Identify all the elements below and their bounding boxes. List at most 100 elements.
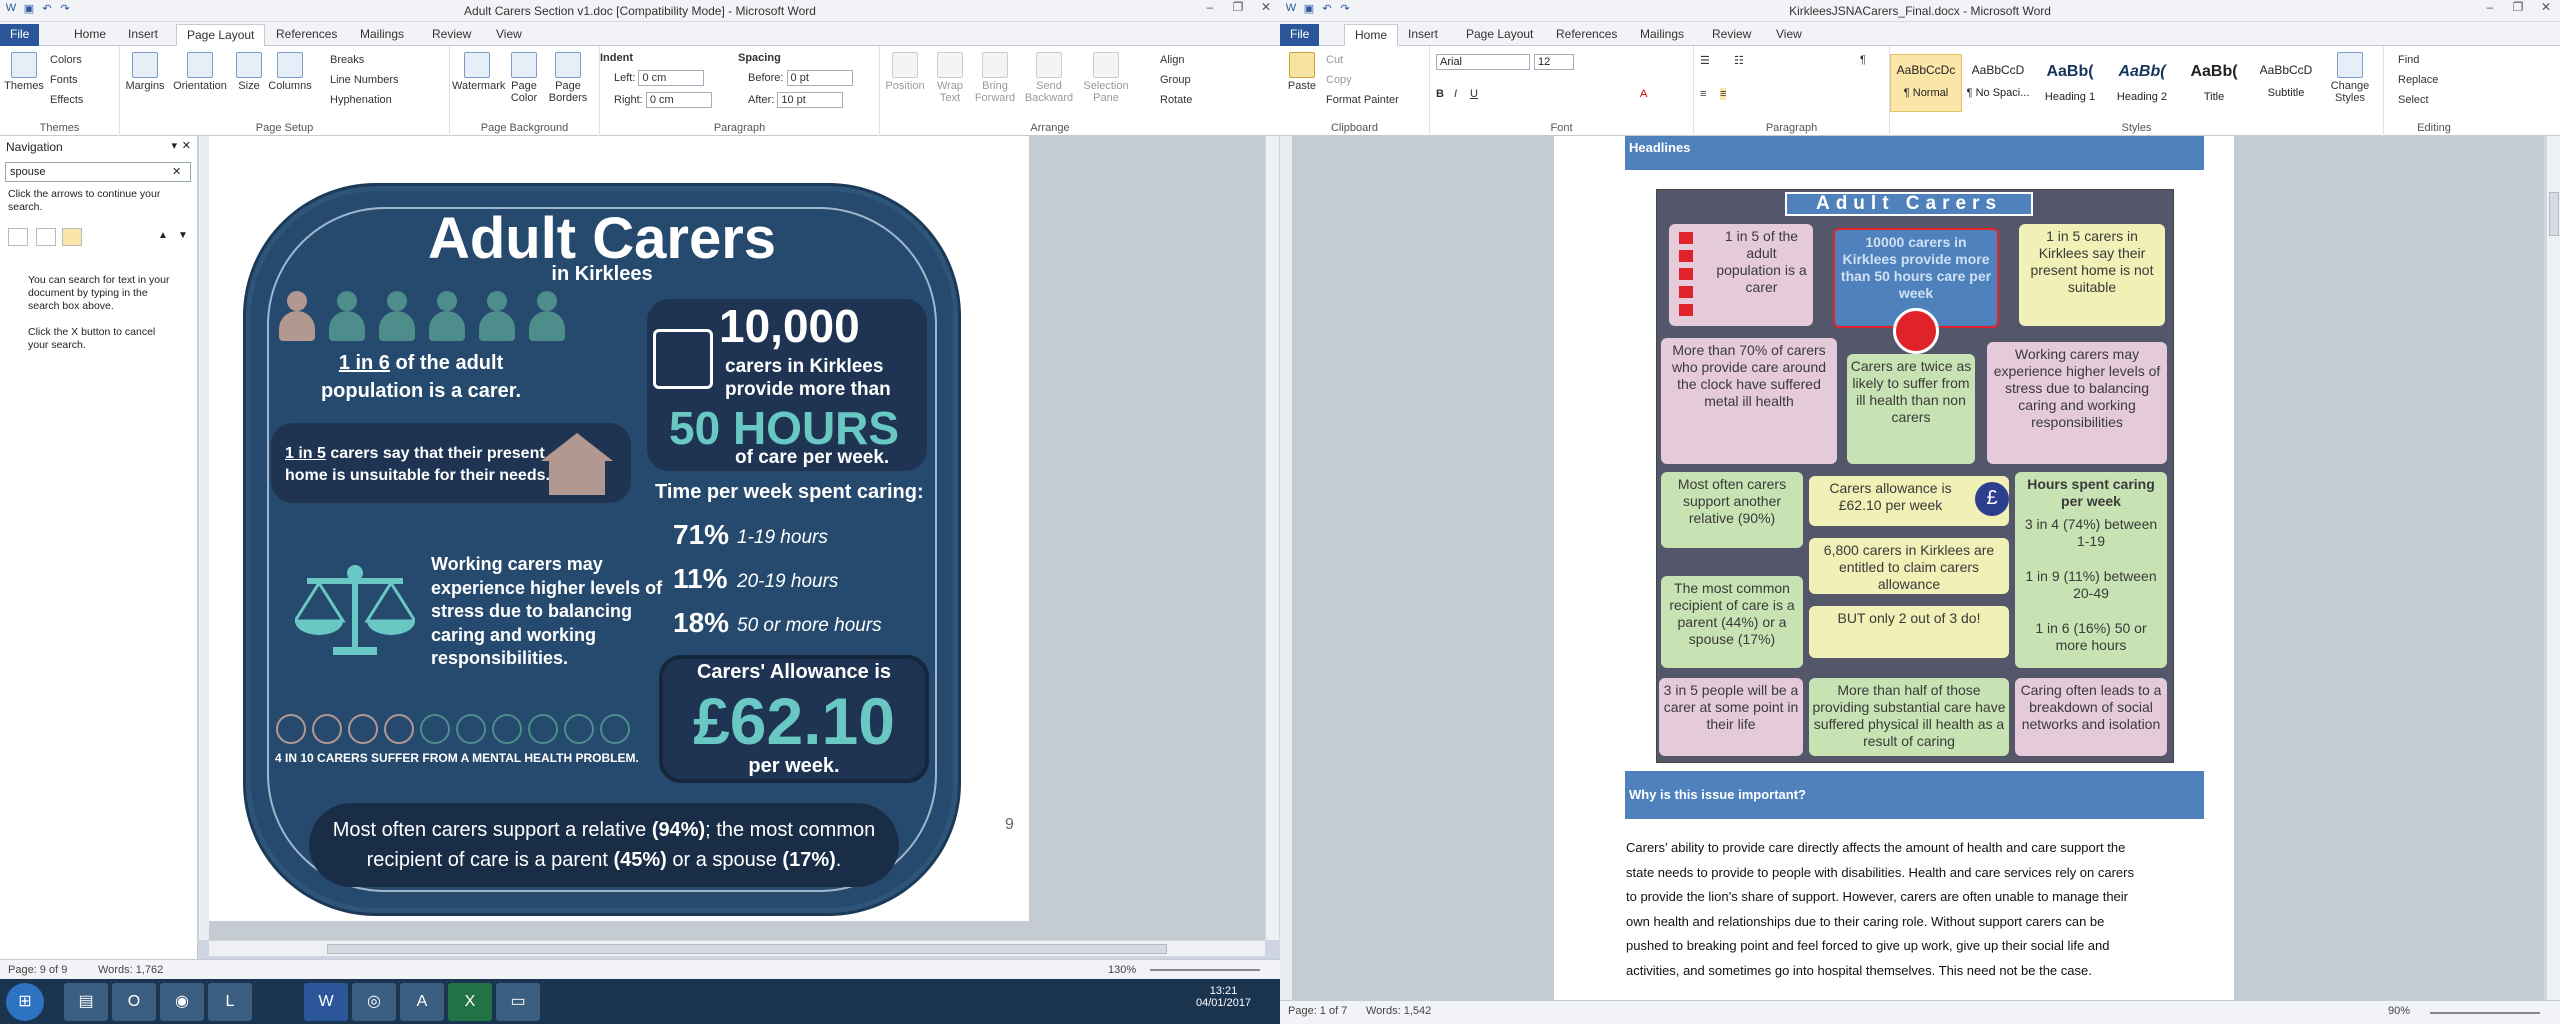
style-item[interactable]: AaBbCcDc ¶ Normal	[1890, 54, 1962, 112]
replace-button[interactable]: Replace	[2398, 74, 2438, 86]
tab-view[interactable]: View	[486, 24, 532, 46]
tab-file[interactable]: File	[0, 24, 40, 46]
horizontal-scroll-thumb[interactable]	[327, 944, 1167, 954]
page-color-button[interactable]: Page Color	[504, 52, 544, 104]
minimize-icon[interactable]: –	[1196, 0, 1224, 20]
indent-right-input[interactable]: 0 cm	[645, 92, 712, 108]
lync-icon[interactable]: L	[208, 983, 252, 1021]
tab-view[interactable]: View	[1766, 24, 1812, 46]
hyphenation-button[interactable]: Hyphenation	[330, 94, 392, 106]
page-count[interactable]: Page: 1 of 7	[1288, 1005, 1347, 1017]
find-button[interactable]: Find	[2398, 54, 2419, 66]
font-color-button[interactable]: A	[1640, 88, 1647, 100]
center-button[interactable]: ≡	[1720, 88, 1727, 100]
font-size-input[interactable]: 12	[1534, 54, 1574, 70]
tab-mailings[interactable]: Mailings	[350, 24, 414, 46]
send-backward-button[interactable]: Send Backward	[1022, 52, 1076, 104]
window-icon[interactable]: ▭	[496, 983, 540, 1021]
style-item[interactable]: AaBb(Heading 2	[2106, 54, 2178, 112]
start-button[interactable]: ⊞	[6, 983, 44, 1021]
style-item[interactable]: AaBb(Title	[2178, 54, 2250, 112]
font-name-input[interactable]: Arial	[1436, 54, 1530, 70]
size-button[interactable]: Size	[234, 52, 264, 92]
style-item[interactable]: AaBb(Heading 1	[2034, 54, 2106, 112]
numbering-button[interactable]: ☷	[1734, 54, 1744, 67]
wrap-text-button[interactable]: Wrap Text	[932, 52, 968, 104]
network-icon[interactable]: ◎	[352, 983, 396, 1021]
vertical-scroll-thumb[interactable]	[2549, 192, 2559, 236]
page-borders-button[interactable]: Page Borders	[546, 52, 590, 104]
zoom-level[interactable]: 130%	[1108, 964, 1136, 976]
format-painter-button[interactable]: Format Painter	[1326, 94, 1399, 106]
bring-forward-button[interactable]: Bring Forward	[972, 52, 1018, 104]
minimize-icon[interactable]: –	[2476, 0, 2504, 20]
watermark-button[interactable]: Watermark	[452, 52, 505, 92]
excel-icon[interactable]: X	[448, 983, 492, 1021]
vertical-scrollbar[interactable]	[2546, 136, 2560, 1000]
pane-menu-icon[interactable]: ▾	[171, 139, 177, 152]
align-left-button[interactable]: ≡	[1700, 88, 1706, 100]
indent-left-input[interactable]: 0 cm	[638, 70, 705, 86]
results-view-icon[interactable]	[62, 228, 82, 246]
tab-review[interactable]: Review	[422, 24, 481, 46]
bullets-button[interactable]: ☰	[1700, 54, 1710, 67]
zoom-level[interactable]: 90%	[2388, 1005, 2410, 1017]
pdf-icon[interactable]: A	[400, 983, 444, 1021]
tab-page-layout[interactable]: Page Layout	[176, 24, 266, 46]
word-count[interactable]: Words: 1,762	[98, 964, 163, 976]
restore-icon[interactable]: ❐	[1224, 0, 1252, 20]
rotate-button[interactable]: Rotate	[1160, 94, 1192, 106]
tab-home[interactable]: Home	[1344, 24, 1399, 46]
change-styles-button[interactable]: Change Styles	[2324, 52, 2376, 104]
previous-result-icon[interactable]: ▲	[158, 230, 168, 241]
line-numbers-button[interactable]: Line Numbers	[330, 74, 398, 86]
themes-button[interactable]: Themes	[4, 52, 44, 92]
orientation-button[interactable]: Orientation	[170, 52, 230, 92]
horizontal-scrollbar[interactable]	[209, 940, 1265, 956]
tab-mailings[interactable]: Mailings	[1630, 24, 1694, 46]
spacing-after-input[interactable]: 10 pt	[777, 92, 844, 108]
effects-button[interactable]: Effects	[50, 94, 83, 106]
tab-references[interactable]: References	[266, 24, 347, 46]
select-button[interactable]: Select	[2398, 94, 2429, 106]
paste-button[interactable]: Paste	[1284, 52, 1320, 92]
search-input[interactable]: spouse	[5, 162, 191, 182]
bold-button[interactable]: B	[1436, 88, 1444, 100]
tab-page-layout[interactable]: Page Layout	[1456, 24, 1543, 46]
word-taskbar-icon[interactable]: W	[304, 983, 348, 1021]
chrome-icon[interactable]: ◉	[160, 983, 204, 1021]
vertical-scrollbar[interactable]	[1265, 136, 1279, 940]
pages-view-icon[interactable]	[36, 228, 56, 246]
tab-file[interactable]: File	[1280, 24, 1320, 46]
close-icon[interactable]: ✕	[1252, 0, 1280, 20]
italic-button[interactable]: I	[1454, 88, 1457, 100]
style-item[interactable]: AaBbCcD Subtitle	[2250, 54, 2322, 112]
margins-button[interactable]: Margins	[124, 52, 166, 92]
fonts-button[interactable]: Fonts	[50, 74, 78, 86]
pane-close-icon[interactable]: ✕	[182, 139, 191, 152]
word-count[interactable]: Words: 1,542	[1366, 1005, 1431, 1017]
breaks-button[interactable]: Breaks	[330, 54, 364, 66]
tab-insert[interactable]: Insert	[1398, 24, 1448, 46]
colors-button[interactable]: Colors	[50, 54, 82, 66]
group-button[interactable]: Group	[1160, 74, 1191, 86]
underline-button[interactable]: U	[1470, 88, 1478, 100]
spacing-before-input[interactable]: 0 pt	[786, 70, 853, 86]
align-button[interactable]: Align	[1160, 54, 1184, 66]
tab-references[interactable]: References	[1546, 24, 1627, 46]
next-result-icon[interactable]: ▼	[178, 230, 188, 241]
zoom-slider[interactable]	[2430, 1012, 2540, 1014]
outlook-icon[interactable]: O	[112, 983, 156, 1021]
position-button[interactable]: Position	[882, 52, 928, 92]
columns-button[interactable]: Columns	[268, 52, 312, 92]
headings-view-icon[interactable]	[8, 228, 28, 246]
tab-insert[interactable]: Insert	[118, 24, 168, 46]
zoom-slider[interactable]	[1150, 969, 1260, 971]
tab-review[interactable]: Review	[1702, 24, 1761, 46]
copy-button[interactable]: Copy	[1326, 74, 1352, 86]
restore-icon[interactable]: ❐	[2504, 0, 2532, 20]
style-item[interactable]: AaBbCcD ¶ No Spaci...	[1962, 54, 2034, 112]
explorer-icon[interactable]: ▤	[64, 983, 108, 1021]
selection-pane-button[interactable]: Selection Pane	[1080, 52, 1132, 104]
page-count[interactable]: Page: 9 of 9	[8, 964, 67, 976]
